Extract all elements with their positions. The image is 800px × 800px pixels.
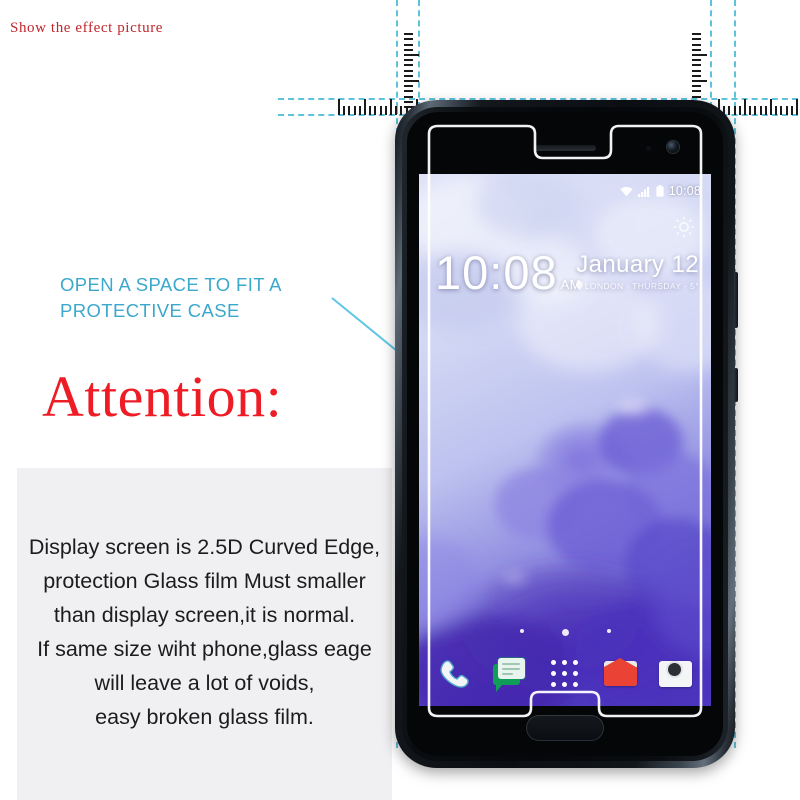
lockscreen-clock-time: 10:08 xyxy=(435,246,558,299)
info-line-4: If same size wiht phone,glass eage xyxy=(37,637,372,661)
sun-icon xyxy=(673,216,695,238)
guide-line-vertical-right-inner xyxy=(710,0,712,108)
callout-line-2: PROTECTIVE CASE xyxy=(60,300,240,321)
ruler-vertical-left xyxy=(404,32,421,108)
attention-heading: Attention: xyxy=(42,364,283,429)
earpiece-speaker-icon xyxy=(534,145,596,151)
page-dot[interactable] xyxy=(519,629,524,633)
front-camera-icon xyxy=(667,141,679,153)
status-bar-time: 10:08 xyxy=(668,184,701,198)
info-text-block: Display screen is 2.5D Curved Edge, prot… xyxy=(17,530,392,734)
phone-screen[interactable]: 10:08 10:08 AM January 12 LONDON · THURS… xyxy=(419,174,711,706)
info-line-5: will leave a lot of voids, xyxy=(94,671,315,695)
info-line-1: Display screen is 2.5D Curved Edge, xyxy=(28,535,381,559)
product-image-canvas: Show the effect picture OPEN A SPACE TO … xyxy=(0,0,800,800)
volume-button[interactable] xyxy=(734,272,738,328)
signal-bars-icon xyxy=(637,186,649,197)
app-drawer-icon[interactable] xyxy=(546,655,583,692)
callout-open-space: OPEN A SPACE TO FIT A PROTECTIVE CASE xyxy=(60,272,370,324)
guide-line-vertical-left-outer xyxy=(396,0,398,108)
proximity-sensor-icon xyxy=(646,146,651,151)
power-button[interactable] xyxy=(734,368,738,402)
location-pin-icon xyxy=(575,281,583,291)
status-bar: 10:08 xyxy=(620,184,701,198)
lockscreen-date: January 12 xyxy=(576,251,699,278)
header-note: Show the effect picture xyxy=(10,20,164,36)
page-dot[interactable] xyxy=(606,629,611,633)
mail-icon[interactable] xyxy=(602,655,639,692)
home-button-icon[interactable] xyxy=(526,715,604,741)
callout-line-1: OPEN A SPACE TO FIT A xyxy=(60,274,282,295)
info-line-3: than display screen,it is normal. xyxy=(53,603,356,627)
phone-front-face: 10:08 10:08 AM January 12 LONDON · THURS… xyxy=(407,112,723,756)
lockscreen-date-block: January 12 LONDON · THURSDAY · 5° xyxy=(575,251,699,292)
home-page-indicator xyxy=(419,629,711,636)
wifi-icon xyxy=(620,186,633,196)
lockscreen-weather-text: LONDON · THURSDAY · 5° xyxy=(584,281,699,292)
guide-line-vertical-right-outer xyxy=(734,0,736,108)
info-line-2: protection Glass film Must smaller xyxy=(43,569,366,593)
messages-icon[interactable] xyxy=(491,655,528,692)
ruler-vertical-right xyxy=(692,32,709,108)
info-line-6: easy broken glass film. xyxy=(95,705,314,729)
app-dock xyxy=(419,655,711,692)
phone-product-photo: 10:08 10:08 AM January 12 LONDON · THURS… xyxy=(395,100,738,768)
lockscreen-weather-details: LONDON · THURSDAY · 5° xyxy=(575,281,699,292)
page-dot-active[interactable] xyxy=(561,629,569,636)
lockscreen-clock: 10:08 AM xyxy=(435,249,581,296)
camera-icon[interactable] xyxy=(657,655,694,692)
phone-icon[interactable] xyxy=(436,655,473,692)
battery-icon xyxy=(656,185,664,197)
